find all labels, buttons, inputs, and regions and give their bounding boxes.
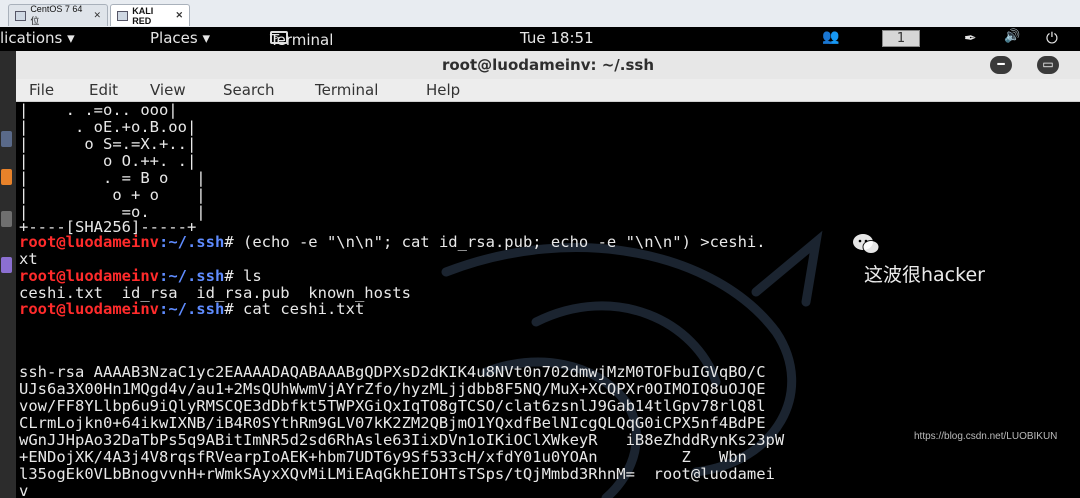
- prompt-path: :~/.ssh: [158, 267, 225, 285]
- minimize-button[interactable]: ━: [990, 56, 1012, 74]
- places-menu[interactable]: Places ▾: [150, 29, 210, 47]
- key-line: wGnJJHpAo32DaTbPs5q9ABitImNR5d2sd6RhAsle…: [19, 431, 785, 449]
- prompt-path: :~/.ssh: [158, 233, 225, 251]
- power-icon[interactable]: ⏻: [1046, 29, 1058, 47]
- workspace-indicator[interactable]: 1: [882, 30, 920, 47]
- key-line: l35ogEk0VLbBnogvvnH+rWmkSAyxXQvMiLMiEAqG…: [19, 465, 775, 483]
- volume-icon[interactable]: 🔊: [1004, 29, 1020, 44]
- vm-tab-centos[interactable]: CentOS 7 64 位 ✕: [8, 4, 108, 26]
- menu-terminal[interactable]: Terminal: [315, 81, 378, 99]
- clock[interactable]: Tue 18:51: [520, 29, 594, 47]
- menu-help[interactable]: Help: [426, 81, 460, 99]
- command-line: root@luodameinv:~/.ssh# (echo -e "\n\n";…: [19, 234, 766, 251]
- dock-app-icon[interactable]: [1, 211, 12, 227]
- watermark-url: https://blog.csdn.net/LUOBIKUN: [914, 431, 1058, 442]
- pen-icon[interactable]: ✒: [964, 29, 977, 47]
- menu-search[interactable]: Search: [223, 81, 275, 99]
- key-line: +ENDojXK/4A3j4V8rqsfRVearpIoAEK+hbm7UDT6…: [19, 448, 747, 466]
- prompt-path: :~/.ssh: [158, 300, 225, 318]
- art-line: | . oE.+o.B.oo|: [19, 118, 197, 136]
- art-line: | o + o |: [19, 186, 206, 204]
- prompt-hash: #: [224, 300, 234, 318]
- watermark-text: 这波很hacker: [864, 264, 985, 286]
- menu-bar: File Edit View Search Terminal Help: [16, 79, 1080, 102]
- prompt-hash: #: [224, 267, 234, 285]
- art-line: | . = B o |: [19, 169, 206, 187]
- people-icon[interactable]: 👥: [822, 29, 839, 45]
- vm-tab-label: KALI RED: [132, 5, 154, 26]
- window-title: root@luodameinv: ~/.ssh: [441, 56, 655, 74]
- close-icon[interactable]: ✕: [175, 10, 183, 21]
- key-line: UJs6a3X00Hn1MQgd4v/au1+2MsQUhWwmVjAYrZfo…: [19, 380, 766, 398]
- art-line: | o O.++. .|: [19, 152, 197, 170]
- dock: [0, 51, 16, 498]
- art-line: | o S=.=X.+..|: [19, 135, 197, 153]
- maximize-button[interactable]: ▭: [1037, 56, 1059, 74]
- key-line: vow/FF8YLlbp6u9iQlyRMSCQE3dDbfkt5TWPXGiQ…: [19, 397, 766, 415]
- key-line: CLrmLojkn0+64ikwIXNB/iB4R0SYthRm9GLV07kK…: [19, 414, 766, 432]
- menu-view[interactable]: View: [150, 81, 186, 99]
- applications-menu[interactable]: lications ▾: [0, 29, 75, 47]
- key-line: ssh-rsa AAAAB3NzaC1yc2EAAAADAQABAAABgQDP…: [19, 363, 766, 381]
- close-icon[interactable]: ✕: [93, 10, 101, 21]
- prompt-user: root@luodameinv: [19, 300, 159, 318]
- command-text: (echo -e "\n\n"; cat id_rsa.pub; echo -e…: [233, 233, 766, 251]
- command-text: cat ceshi.txt: [233, 300, 365, 318]
- command-line: root@luodameinv:~/.ssh# ls: [19, 268, 262, 285]
- vm-tab-kali[interactable]: KALI RED ✕: [110, 4, 190, 26]
- dock-app-icon[interactable]: [1, 131, 12, 147]
- prompt-hash: #: [224, 233, 234, 251]
- command-wrap: xt: [19, 250, 38, 268]
- vm-tab-label: CentOS 7 64 位: [30, 4, 83, 26]
- command-text: ls: [233, 267, 262, 285]
- vm-tab-strip: CentOS 7 64 位 ✕ KALI RED ✕: [0, 0, 1080, 28]
- prompt-user: root@luodameinv: [19, 233, 159, 251]
- dock-app-icon[interactable]: [1, 257, 12, 273]
- key-line: v: [19, 482, 29, 498]
- command-line: root@luodameinv:~/.ssh# cat ceshi.txt: [19, 301, 364, 318]
- vm-icon: [117, 10, 129, 21]
- menu-edit[interactable]: Edit: [89, 81, 118, 99]
- wechat-icon: [853, 234, 880, 254]
- art-line: | . .=o.. ooo|: [19, 102, 178, 119]
- top-bar: lications ▾ Places ▾ >_ Terminal ▾ Tue 1…: [0, 27, 1080, 67]
- title-bar: root@luodameinv: ~/.ssh ━ ▭: [16, 51, 1080, 80]
- vm-icon: [15, 10, 27, 21]
- dock-app-icon[interactable]: [1, 169, 12, 185]
- prompt-user: root@luodameinv: [19, 267, 159, 285]
- menu-file[interactable]: File: [29, 81, 54, 99]
